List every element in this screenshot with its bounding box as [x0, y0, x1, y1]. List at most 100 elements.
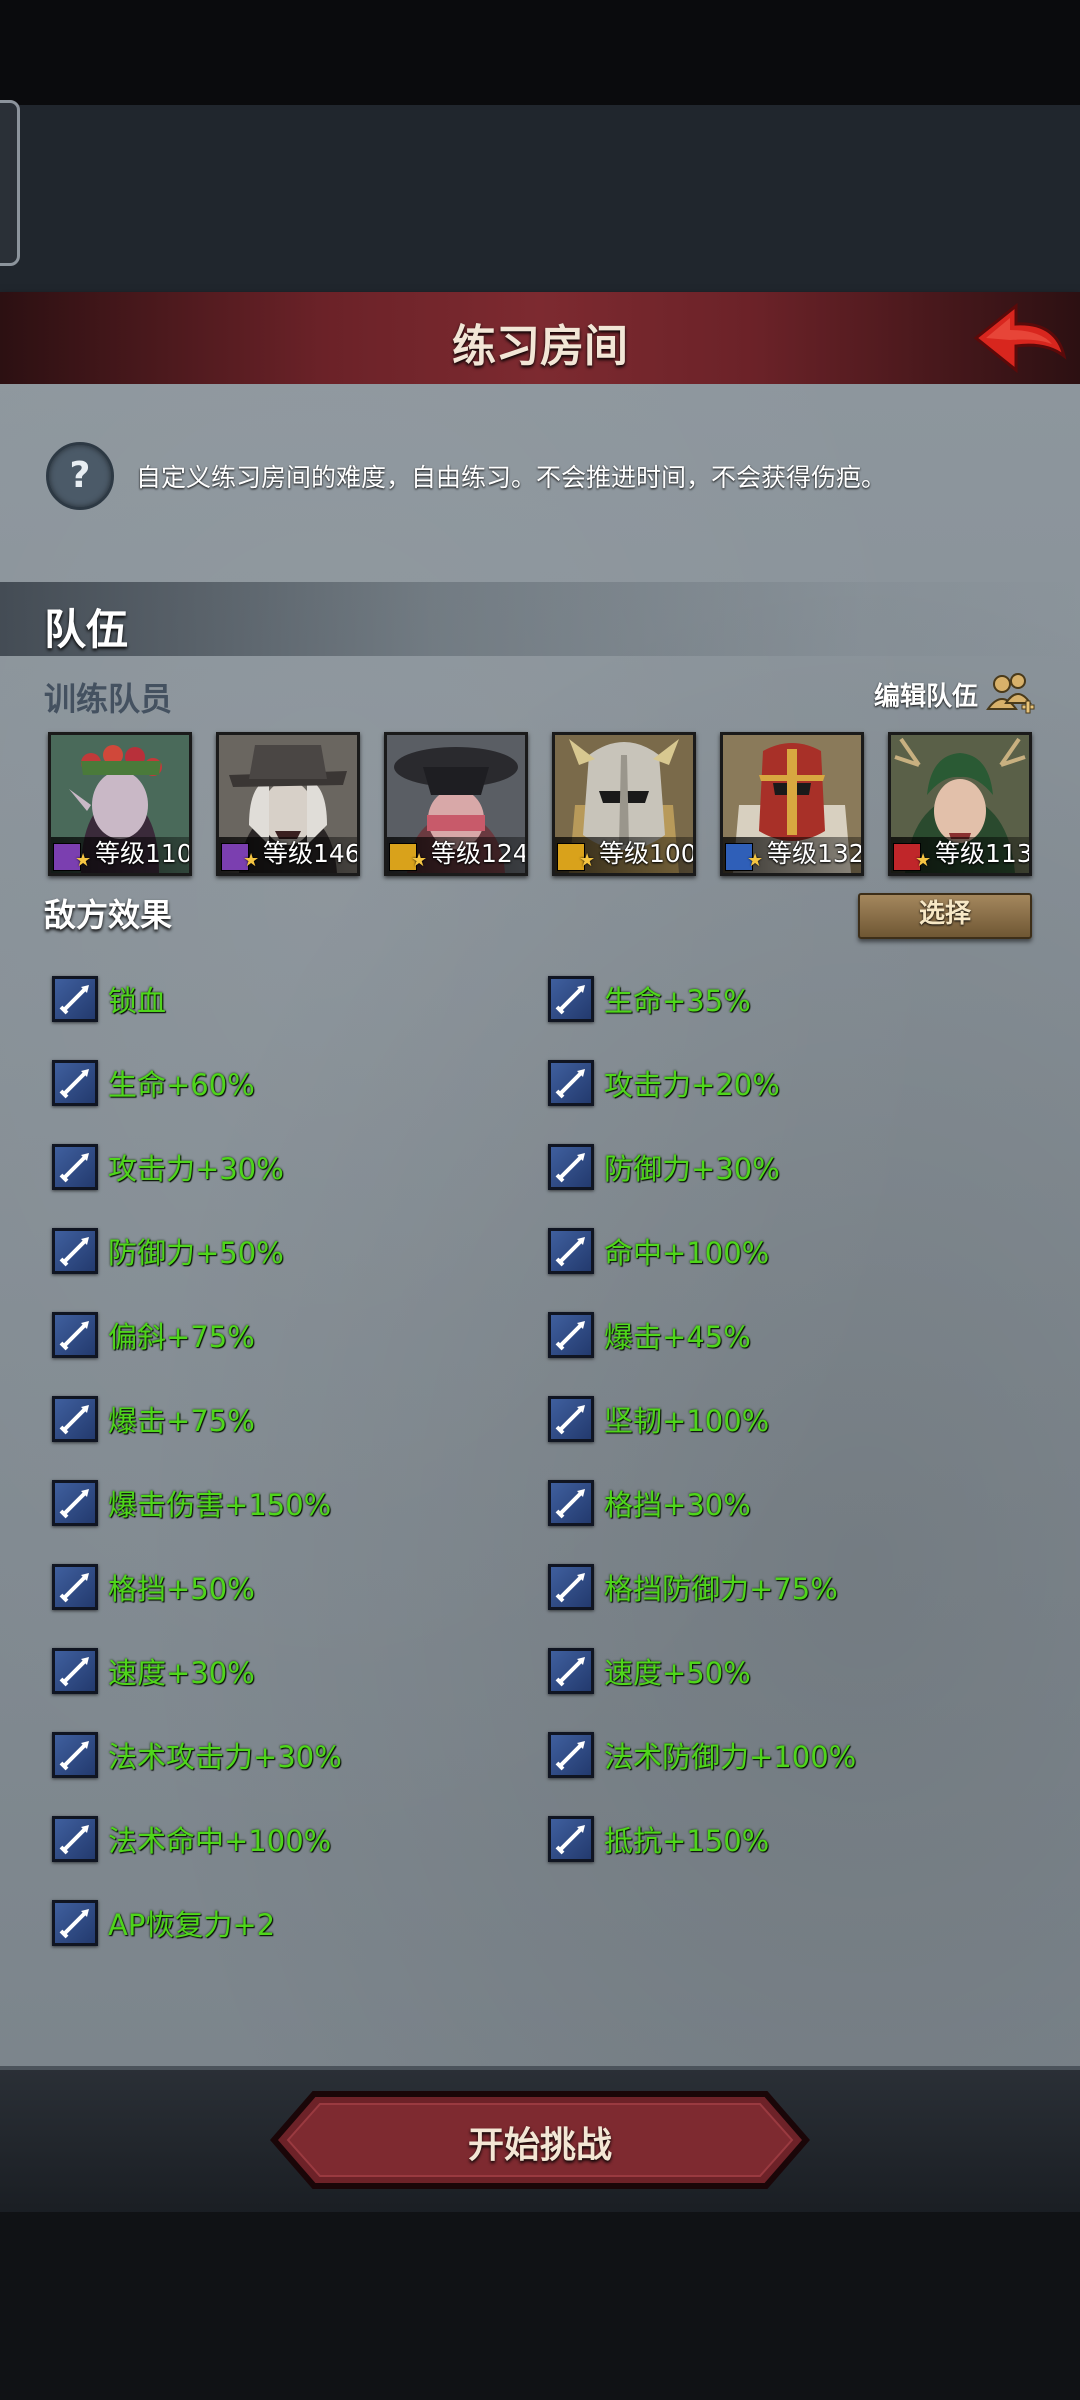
effect-label: 格挡+30%	[604, 1488, 751, 1522]
sword-icon	[548, 1144, 594, 1190]
effect-label: AP恢复力+2	[108, 1908, 276, 1942]
help-icon[interactable]: ?	[46, 442, 114, 510]
sword-icon	[548, 1396, 594, 1442]
effect-item: 攻击力+30%	[52, 1144, 284, 1190]
start-challenge-button[interactable]: 开始挑战	[270, 2090, 810, 2190]
effect-item: 速度+50%	[548, 1648, 751, 1694]
effect-item: 坚韧+100%	[548, 1396, 769, 1442]
effect-item: 生命+60%	[52, 1060, 255, 1106]
effect-label: 抵抗+150%	[604, 1824, 770, 1858]
sword-icon	[548, 1732, 594, 1778]
effect-item: 法术命中+100%	[52, 1816, 331, 1862]
top-area	[0, 0, 1080, 292]
hero-card[interactable]: ★ 等级124	[384, 732, 528, 876]
select-button[interactable]: 选择	[858, 893, 1032, 939]
enemy-effects-title: 敌方效果	[44, 896, 173, 934]
hero-card[interactable]: ★ 等级146	[216, 732, 360, 876]
hero-level: 等级146	[263, 839, 360, 868]
start-challenge-label: 开始挑战	[467, 2125, 612, 2166]
sword-icon	[548, 1480, 594, 1526]
info-text: 自定义练习房间的难度，自由练习。不会推进时间，不会获得伤疤。	[136, 463, 887, 492]
hero-card[interactable]: ★ 等级113	[888, 732, 1032, 876]
effect-label: 法术攻击力+30%	[108, 1740, 342, 1774]
sword-icon	[52, 1900, 98, 1946]
sword-icon	[52, 1648, 98, 1694]
effect-label: 防御力+50%	[108, 1236, 284, 1270]
hero-level-bar: ★ 等级100	[555, 837, 693, 873]
effect-label: 生命+35%	[604, 984, 751, 1018]
effect-item: 偏斜+75%	[52, 1312, 255, 1358]
star-icon: ★	[411, 850, 428, 871]
sword-icon	[548, 1060, 594, 1106]
effect-label: 命中+100%	[604, 1236, 770, 1270]
team-add-icon	[986, 673, 1035, 714]
team-section-band	[0, 582, 1080, 656]
effect-label: 格挡防御力+75%	[604, 1572, 838, 1606]
star-icon: ★	[579, 850, 596, 871]
effect-item: AP恢复力+2	[52, 1900, 275, 1946]
effect-label: 锁血	[108, 984, 167, 1018]
hero-level-bar: ★ 等级132	[723, 837, 861, 873]
hero-list: ★ 等级110 ★ 等级146 ★ 等级124 ★ 等级100 ★ 等级132 …	[48, 732, 1032, 876]
effect-item: 法术防御力+100%	[548, 1732, 856, 1778]
effect-label: 速度+50%	[604, 1656, 751, 1690]
hero-level: 等级100	[599, 839, 696, 868]
edit-team-button[interactable]: 编辑队伍	[874, 670, 1036, 718]
sword-icon	[52, 1816, 98, 1862]
sword-icon	[548, 1648, 594, 1694]
sword-icon	[52, 1396, 98, 1442]
star-icon: ★	[915, 850, 932, 871]
sword-icon	[548, 1816, 594, 1862]
effect-label: 格挡+50%	[108, 1572, 255, 1606]
effect-item: 爆击伤害+150%	[52, 1480, 331, 1526]
effect-item: 法术攻击力+30%	[52, 1732, 342, 1778]
sword-icon	[548, 976, 594, 1022]
effect-item: 防御力+30%	[548, 1144, 780, 1190]
header-bar: 练习房间	[0, 292, 1080, 387]
effect-item: 格挡+50%	[52, 1564, 255, 1610]
effect-item: 防御力+50%	[52, 1228, 284, 1274]
effect-label: 爆击伤害+150%	[108, 1488, 332, 1522]
sword-icon	[548, 1228, 594, 1274]
effect-label: 爆击+45%	[604, 1320, 751, 1354]
sword-icon	[52, 1228, 98, 1274]
hero-level-bar: ★ 等级110	[51, 837, 189, 873]
sword-icon	[548, 1564, 594, 1610]
star-icon: ★	[243, 850, 260, 871]
side-tab[interactable]	[0, 100, 20, 266]
star-icon: ★	[75, 850, 92, 871]
back-button[interactable]	[970, 300, 1070, 376]
hero-card[interactable]: ★ 等级100	[552, 732, 696, 876]
effect-item: 抵抗+150%	[548, 1816, 769, 1862]
effect-label: 攻击力+20%	[604, 1068, 780, 1102]
effect-label: 爆击+75%	[108, 1404, 255, 1438]
sword-icon	[52, 1480, 98, 1526]
effect-label: 偏斜+75%	[108, 1320, 255, 1354]
hero-level: 等级124	[431, 839, 528, 868]
back-arrow-icon	[973, 302, 1067, 374]
effect-item: 爆击+45%	[548, 1312, 751, 1358]
edit-team-label: 编辑队伍	[873, 681, 978, 712]
sword-icon	[52, 976, 98, 1022]
sword-icon	[52, 1060, 98, 1106]
trainees-label: 训练队员	[44, 680, 173, 718]
hero-level: 等级110	[95, 839, 192, 868]
effect-label: 速度+30%	[108, 1656, 255, 1690]
team-section-title: 队伍	[44, 605, 129, 654]
hero-level-bar: ★ 等级113	[891, 837, 1029, 873]
hero-card[interactable]: ★ 等级110	[48, 732, 192, 876]
sword-icon	[548, 1312, 594, 1358]
effect-label: 攻击力+30%	[108, 1152, 284, 1186]
hero-card[interactable]: ★ 等级132	[720, 732, 864, 876]
effect-item: 命中+100%	[548, 1228, 769, 1274]
bottom-area	[0, 2212, 1080, 2400]
hero-level: 等级132	[767, 839, 864, 868]
effect-item: 速度+30%	[52, 1648, 255, 1694]
page-title: 练习房间	[452, 321, 628, 372]
effect-item: 爆击+75%	[52, 1396, 255, 1442]
sword-icon	[52, 1564, 98, 1610]
sword-icon	[52, 1312, 98, 1358]
effect-item: 生命+35%	[548, 976, 751, 1022]
star-icon: ★	[747, 850, 764, 871]
effect-label: 法术命中+100%	[108, 1824, 332, 1858]
